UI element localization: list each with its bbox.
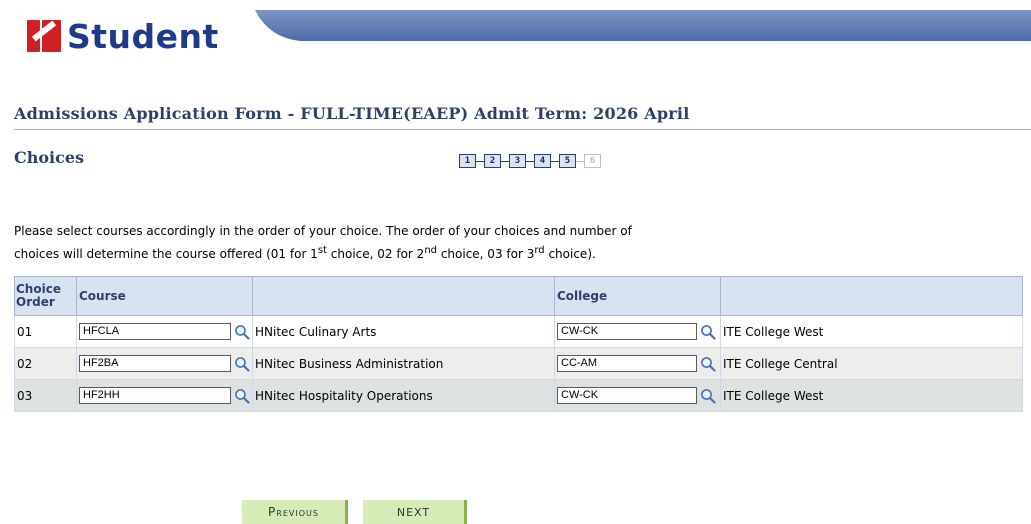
course-header: Course: [76, 276, 253, 316]
step-connector: [501, 160, 509, 162]
course-code-input[interactable]: HFCLA: [79, 323, 232, 340]
college-code-input[interactable]: CC-AM: [557, 355, 697, 372]
step-2[interactable]: 2: [484, 154, 501, 168]
section-title: Choices: [14, 148, 85, 167]
course-code-input[interactable]: HF2HH: [79, 387, 232, 404]
magnifier-icon[interactable]: [234, 324, 250, 340]
step-4[interactable]: 4: [534, 154, 551, 168]
logo-mark-icon: [27, 18, 65, 54]
magnifier-icon[interactable]: [234, 388, 250, 404]
course-name: HNitec Hospitality Operations: [252, 379, 555, 412]
choice-order: 01: [14, 315, 77, 348]
course-description-header: [252, 276, 555, 316]
course-cell: HF2BA: [76, 347, 253, 380]
admissions-page: Student Admissions Application Form - FU…: [0, 0, 1031, 524]
table-row: 01 HFCLA HNitec Culinary Arts CW-CK ITE …: [14, 315, 1023, 348]
college-name: ITE College West: [720, 379, 1023, 412]
college-cell: CC-AM: [554, 347, 721, 380]
step-3[interactable]: 3: [509, 154, 526, 168]
course-cell: HFCLA: [76, 315, 253, 348]
instructions-line-1: Please select courses accordingly in the…: [14, 224, 632, 238]
magnifier-icon[interactable]: [700, 388, 716, 404]
step-6: 6: [584, 154, 601, 168]
course-name: HNitec Business Administration: [252, 347, 555, 380]
table-row: 03 HF2HH HNitec Hospitality Operations C…: [14, 379, 1023, 412]
title-divider: [14, 129, 1031, 130]
college-cell: CW-CK: [554, 379, 721, 412]
previous-button[interactable]: Previous: [242, 500, 348, 524]
college-name: ITE College Central: [720, 347, 1023, 380]
course-cell: HF2HH: [76, 379, 253, 412]
istudent-logo: Student: [27, 14, 219, 58]
choice-order: 03: [14, 379, 77, 412]
step-connector: [476, 160, 484, 162]
college-description-header: [720, 276, 1023, 316]
magnifier-icon[interactable]: [234, 356, 250, 372]
instructions-line-2: choices will determine the course offere…: [14, 245, 596, 261]
step-5[interactable]: 5: [559, 154, 576, 168]
header-banner: [255, 10, 1031, 41]
page-title: Admissions Application Form - FULL-TIME(…: [14, 104, 690, 123]
step-connector: [576, 160, 584, 162]
magnifier-icon[interactable]: [700, 356, 716, 372]
next-button[interactable]: NEXT: [363, 500, 467, 524]
choices-grid: Choice Order Course College 01 HFCLA HNit…: [14, 276, 1023, 412]
college-name: ITE College West: [720, 315, 1023, 348]
magnifier-icon[interactable]: [700, 324, 716, 340]
college-code-input[interactable]: CW-CK: [557, 387, 697, 404]
step-connector: [526, 160, 534, 162]
college-code-input[interactable]: CW-CK: [557, 323, 697, 340]
logo-text: Student: [67, 16, 219, 56]
step-1[interactable]: 1: [459, 154, 476, 168]
college-header: College: [554, 276, 721, 316]
college-cell: CW-CK: [554, 315, 721, 348]
step-connector: [551, 160, 559, 162]
grid-header-row: Choice Order Course College: [14, 276, 1023, 316]
course-name: HNitec Culinary Arts: [252, 315, 555, 348]
course-code-input[interactable]: HF2BA: [79, 355, 232, 372]
table-row: 02 HF2BA HNitec Business Administration …: [14, 347, 1023, 380]
step-indicator: 1 2 3 4 5 6: [459, 152, 601, 170]
instructions-text: Please select courses accordingly in the…: [14, 221, 632, 264]
choice-order-header: Choice Order: [14, 276, 77, 316]
choice-order: 02: [14, 347, 77, 380]
